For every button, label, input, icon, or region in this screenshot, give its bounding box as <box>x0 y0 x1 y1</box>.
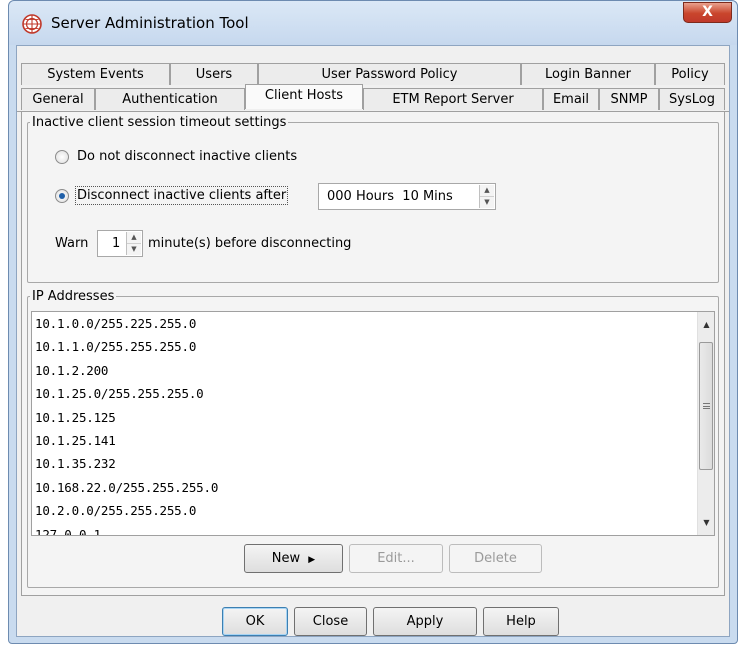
ip-address-row[interactable]: 10.1.25.125 <box>32 406 714 429</box>
ip-address-row[interactable]: 10.1.35.232 <box>32 452 714 475</box>
scroll-grip-icon <box>703 403 710 409</box>
warn-suffix-label: minute(s) before disconnecting <box>148 236 352 251</box>
spin-up-icon[interactable]: ▲ <box>127 232 141 244</box>
ip-address-row[interactable]: 10.1.25.141 <box>32 429 714 452</box>
ip-address-row[interactable]: 10.1.2.200 <box>32 359 714 382</box>
ip-address-items: 10.1.0.0/255.225.255.0 10.1.1.0/255.255.2… <box>32 312 714 535</box>
scroll-down-arrow-icon[interactable]: ▼ <box>698 514 714 531</box>
radio-disconnect-after[interactable]: Disconnect inactive clients after <box>55 186 289 205</box>
apply-button[interactable]: Apply <box>373 607 477 636</box>
client-hosts-panel: Inactive client session timeout settings… <box>21 112 725 596</box>
tab-etm-report-server[interactable]: ETM Report Server <box>363 88 543 110</box>
tab-snmp[interactable]: SNMP <box>599 88 659 110</box>
tab-email[interactable]: Email <box>543 88 599 110</box>
ok-button[interactable]: OK <box>222 607 288 636</box>
radio-disconnect-after-label: Disconnect inactive clients after <box>74 186 289 205</box>
disconnect-after-value: 000 Hours 10 Mins <box>327 189 453 204</box>
timeout-group-label: Inactive client session timeout settings <box>32 115 287 130</box>
window-close-button[interactable]: X <box>683 2 732 23</box>
new-button[interactable]: New ▶ <box>244 544 343 573</box>
ip-address-row[interactable]: 10.168.22.0/255.255.255.0 <box>32 476 714 499</box>
ip-address-row[interactable]: 10.1.1.0/255.255.255.0 <box>32 335 714 358</box>
window-title: Server Administration Tool <box>51 14 249 32</box>
warn-label: Warn <box>55 236 89 251</box>
spin-up-icon[interactable]: ▲ <box>480 185 494 197</box>
tab-client-hosts[interactable]: Client Hosts <box>245 84 363 109</box>
ip-addresses-group-label: IP Addresses <box>32 289 115 304</box>
menu-arrow-right-icon: ▶ <box>308 555 316 565</box>
scroll-thumb[interactable] <box>699 342 713 470</box>
ip-address-row[interactable]: 10.1.0.0/255.225.255.0 <box>32 312 714 335</box>
tab-policy[interactable]: Policy <box>655 63 725 85</box>
close-button[interactable]: Close <box>294 607 367 636</box>
help-button[interactable]: Help <box>483 607 559 636</box>
radio-unchecked-icon <box>55 149 69 164</box>
ip-list-scrollbar[interactable]: ▲ ▼ <box>697 312 714 535</box>
server-admin-window: Server Administration Tool X System Even… <box>8 0 738 644</box>
ip-address-row[interactable]: 127.0.0.1 <box>32 523 714 535</box>
tab-system-events[interactable]: System Events <box>21 63 170 85</box>
warn-minutes-value: 1 <box>112 236 121 251</box>
scroll-up-arrow-icon[interactable]: ▲ <box>698 316 714 333</box>
radio-checked-icon <box>55 188 69 203</box>
new-button-label: New <box>271 551 301 566</box>
app-globe-icon <box>22 14 42 34</box>
warn-minutes-spinner[interactable]: 1 ▲ ▼ <box>97 230 143 257</box>
ip-address-row[interactable]: 10.2.0.0/255.255.255.0 <box>32 499 714 522</box>
tab-syslog[interactable]: SysLog <box>659 88 725 110</box>
warn-spin-buttons[interactable]: ▲ ▼ <box>126 232 141 255</box>
dialog-body: System Events Users User Password Policy… <box>16 45 730 637</box>
title-bar[interactable]: Server Administration Tool X <box>9 1 737 45</box>
radio-do-not-disconnect-label: Do not disconnect inactive clients <box>77 149 298 164</box>
spin-down-icon[interactable]: ▼ <box>127 244 141 255</box>
edit-button[interactable]: Edit... <box>349 544 443 573</box>
delete-button[interactable]: Delete <box>449 544 542 573</box>
tab-authentication[interactable]: Authentication <box>95 88 245 110</box>
ip-address-row[interactable]: 10.1.25.0/255.255.255.0 <box>32 382 714 405</box>
radio-do-not-disconnect[interactable]: Do not disconnect inactive clients <box>55 149 297 164</box>
disconnect-after-spin-buttons[interactable]: ▲ ▼ <box>479 185 494 208</box>
tab-general[interactable]: General <box>21 88 95 110</box>
disconnect-after-spinner[interactable]: 000 Hours 10 Mins ▲ ▼ <box>318 183 496 210</box>
tab-user-password-policy[interactable]: User Password Policy <box>258 63 521 85</box>
spin-down-icon[interactable]: ▼ <box>480 197 494 208</box>
tab-users[interactable]: Users <box>170 63 258 85</box>
tab-login-banner[interactable]: Login Banner <box>521 63 655 85</box>
ip-address-list[interactable]: 10.1.0.0/255.225.255.0 10.1.1.0/255.255.2… <box>31 311 715 536</box>
